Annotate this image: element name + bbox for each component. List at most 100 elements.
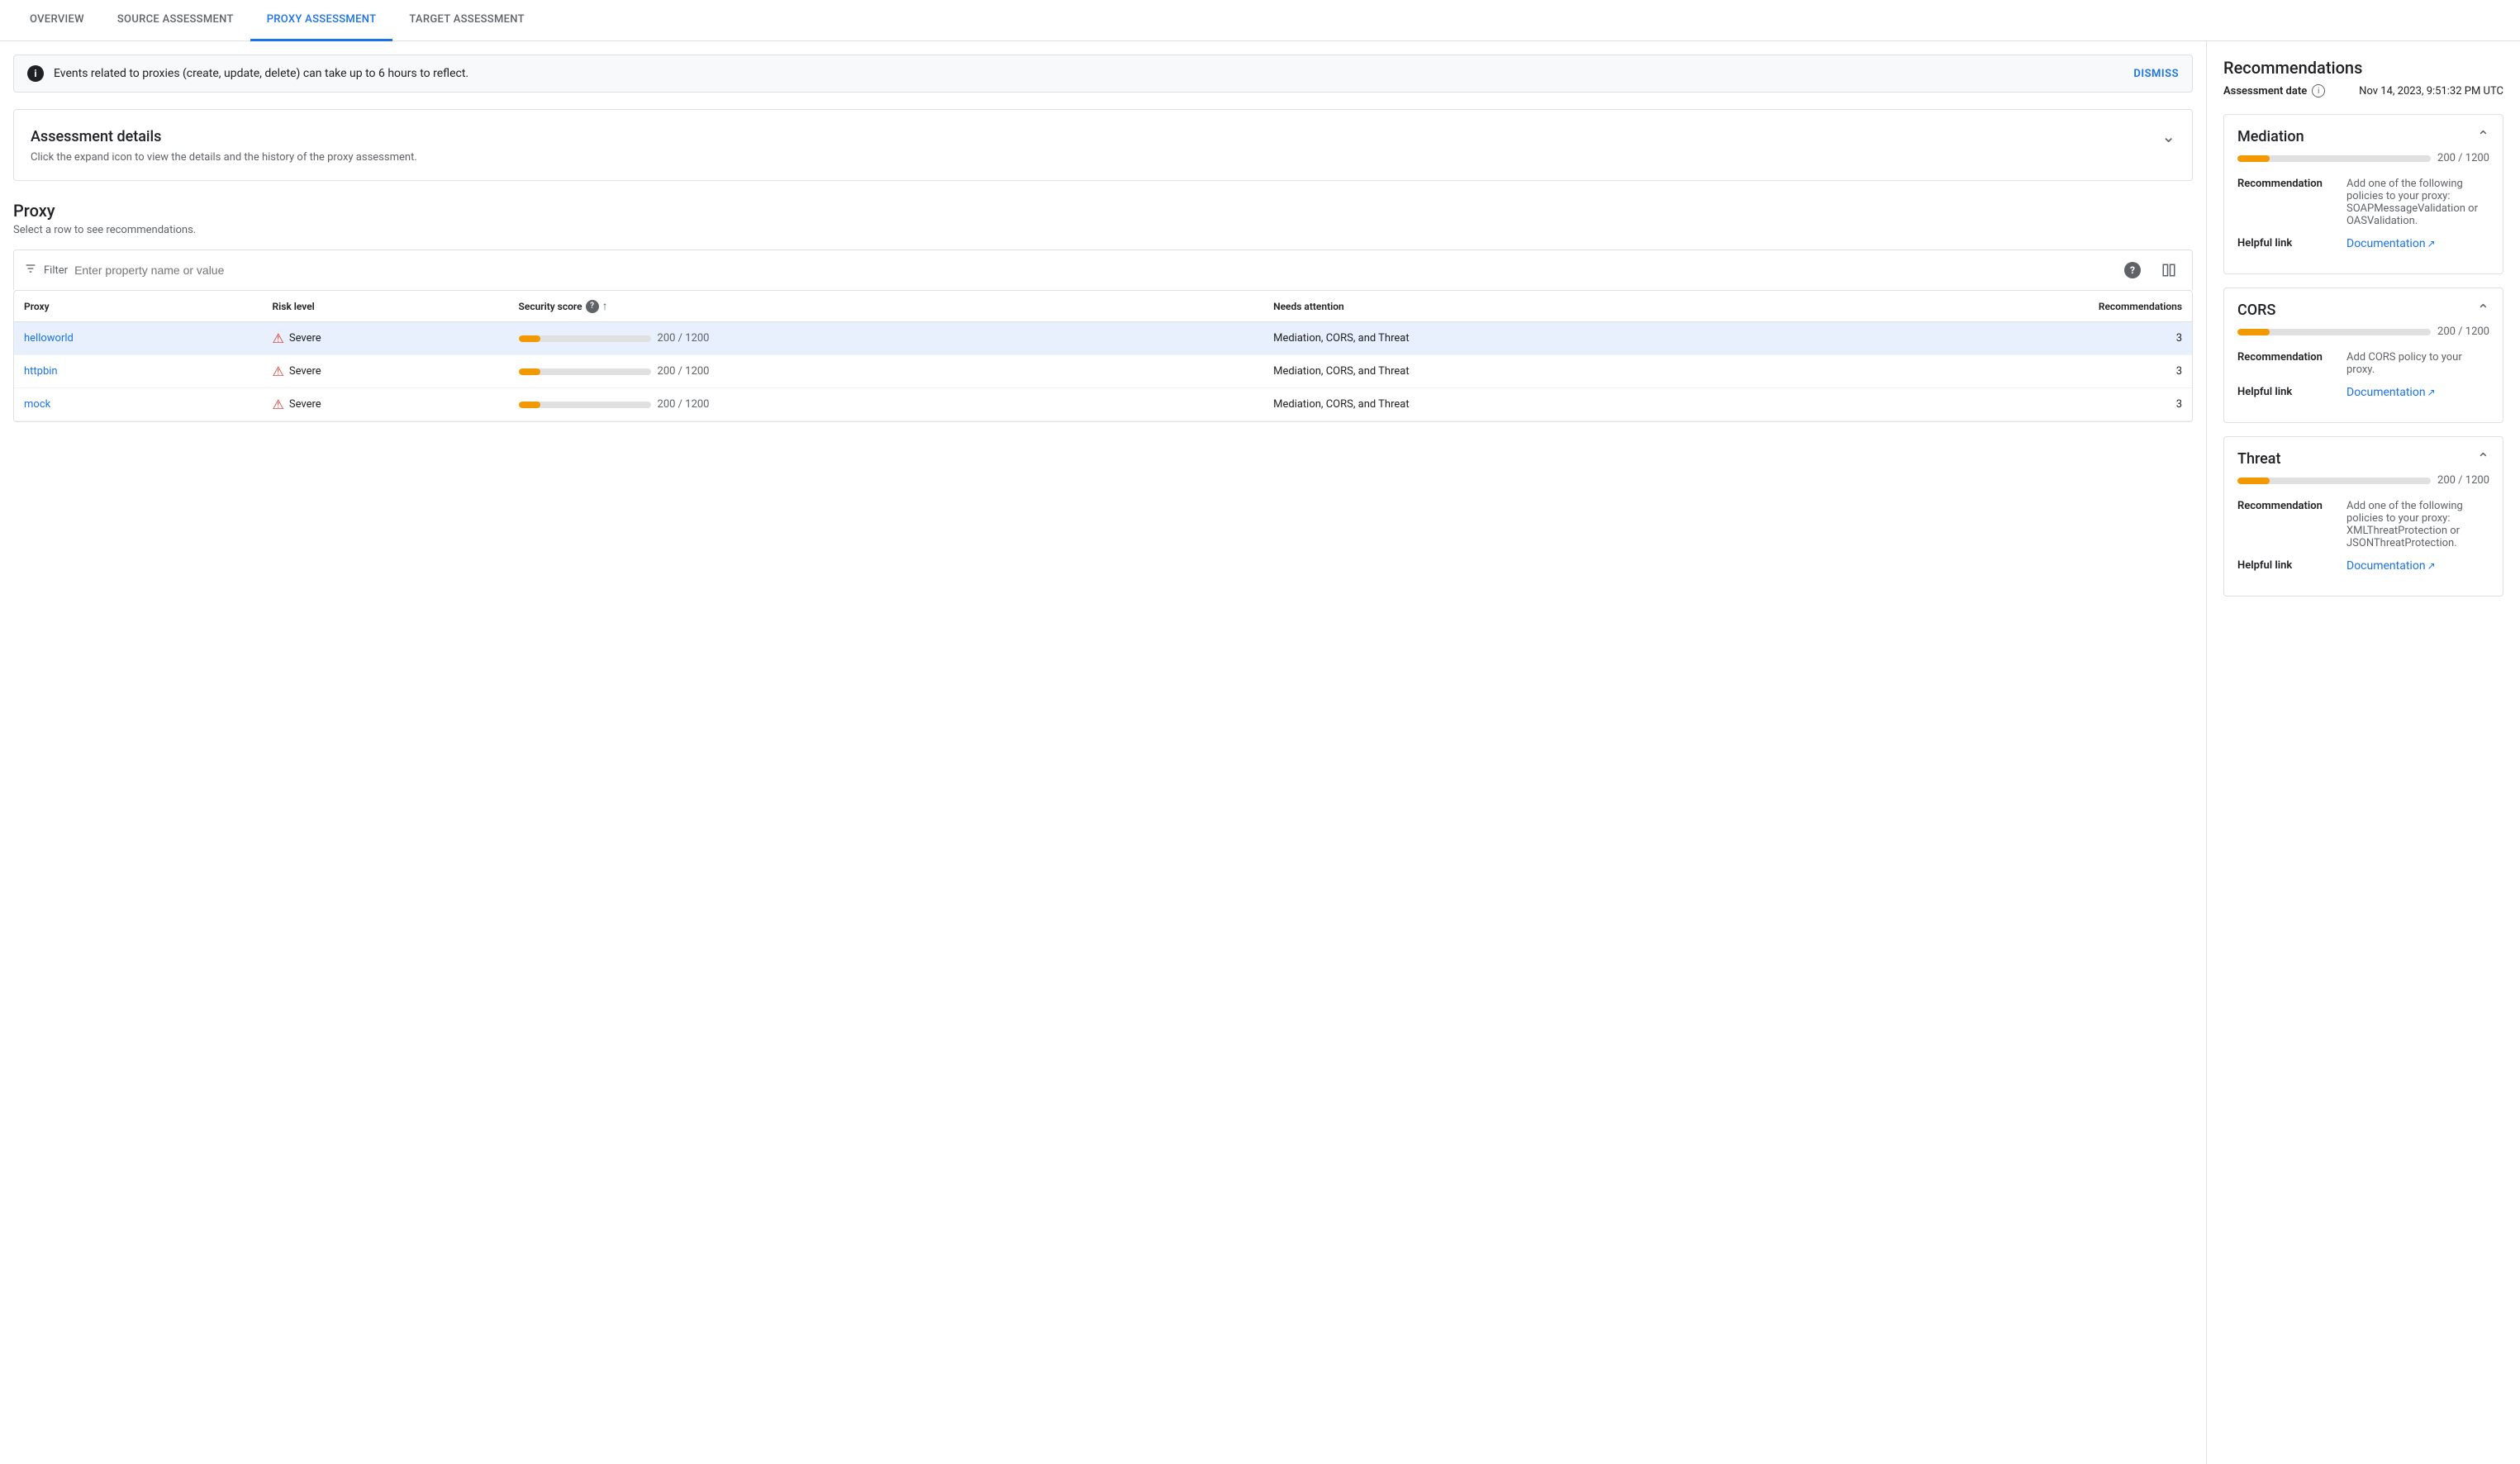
rec-score-text-cors: 200 / 1200 (2437, 326, 2489, 338)
rec-score-bar-fill-threat (2237, 478, 2270, 484)
rec-card-chevron-cors[interactable]: ⌃ (2477, 302, 2489, 319)
dismiss-button[interactable]: DISMISS (2133, 68, 2179, 80)
cell-needs-attention: Mediation, CORS, and Threat (1263, 322, 1821, 355)
columns-button[interactable] (2156, 257, 2182, 283)
score-bar-fill (519, 368, 541, 375)
external-link-icon: ↗ (2427, 560, 2436, 572)
tab-target[interactable]: TARGET ASSESSMENT (392, 0, 541, 41)
tab-proxy[interactable]: PROXY ASSESSMENT (250, 0, 393, 41)
assessment-details-subtitle: Click the expand icon to view the detail… (31, 151, 2175, 164)
score-text: 200 / 1200 (658, 332, 710, 345)
severe-icon: ⚠ (273, 330, 284, 346)
table-row[interactable]: mock ⚠ Severe 200 / 1200 Mediation, CORS… (14, 388, 2192, 421)
rec-detail-recommendation-threat: Recommendation Add one of the following … (2237, 500, 2489, 549)
score-text: 200 / 1200 (658, 398, 710, 411)
assessment-date-row: Assessment date i Nov 14, 2023, 9:51:32 … (2223, 84, 2503, 97)
score-bar (519, 368, 651, 375)
col-security-score: Security score ? ↑ (509, 291, 1264, 322)
external-link-icon: ↗ (2427, 387, 2436, 398)
table-row[interactable]: httpbin ⚠ Severe 200 / 1200 Mediation, C… (14, 355, 2192, 388)
risk-level-text: Severe (289, 398, 321, 411)
proxy-section-title: Proxy (13, 201, 2193, 221)
cell-security-score: 200 / 1200 (509, 322, 1264, 355)
rec-link-cors[interactable]: Documentation ↗ (2346, 386, 2436, 399)
rec-cards: Mediation ⌃ 200 / 1200 Recommendation Ad… (2223, 114, 2503, 597)
assessment-date-label: Assessment date (2223, 85, 2307, 97)
rec-link-mediation[interactable]: Documentation ↗ (2346, 237, 2436, 250)
rec-score-bar-container-threat: 200 / 1200 (2237, 474, 2489, 487)
cell-risk-level: ⚠ Severe (263, 322, 509, 355)
rec-score-bar-threat (2237, 478, 2431, 484)
proxy-section-subtitle: Select a row to see recommendations. (13, 224, 2193, 236)
right-panel-title: Recommendations (2223, 58, 2503, 78)
risk-level-text: Severe (289, 365, 321, 378)
severe-icon: ⚠ (273, 364, 284, 379)
cell-proxy: helloworld (14, 322, 263, 355)
assessment-date-value: Nov 14, 2023, 9:51:32 PM UTC (2359, 85, 2503, 97)
score-bar (519, 335, 651, 342)
tab-overview[interactable]: OVERVIEW (13, 0, 101, 41)
cell-risk-level: ⚠ Severe (263, 388, 509, 421)
sort-icon[interactable]: ↑ (602, 299, 608, 313)
filter-bar: Filter ? (13, 250, 2193, 290)
cell-needs-attention: Mediation, CORS, and Threat (1263, 388, 1821, 421)
help-button[interactable]: ? (2119, 257, 2146, 283)
proxy-link[interactable]: helloworld (24, 332, 74, 345)
rec-score-bar-cors (2237, 329, 2431, 335)
cell-recommendations: 3 (1822, 322, 2192, 355)
rec-card-threat: Threat ⌃ 200 / 1200 Recommendation Add o… (2223, 436, 2503, 597)
score-text: 200 / 1200 (658, 365, 710, 378)
rec-detail-link-threat: Helpful link Documentation ↗ (2237, 559, 2489, 573)
filter-label: Filter (44, 264, 68, 277)
rec-card-cors: CORS ⌃ 200 / 1200 Recommendation Add COR… (2223, 288, 2503, 423)
rec-card-title-threat: Threat (2237, 450, 2281, 468)
cell-needs-attention: Mediation, CORS, and Threat (1263, 355, 1821, 388)
external-link-icon: ↗ (2427, 238, 2436, 250)
assessment-date-info-icon: i (2312, 84, 2325, 97)
security-score-help-icon[interactable]: ? (586, 300, 599, 313)
rec-card-chevron-mediation[interactable]: ⌃ (2477, 128, 2489, 145)
assessment-details-title: Assessment details (31, 128, 161, 145)
proxy-table: Proxy Risk level Security score ? ↑ Need… (14, 291, 2192, 421)
rec-link-threat[interactable]: Documentation ↗ (2346, 559, 2436, 573)
left-content: i Events related to proxies (create, upd… (0, 41, 2206, 1464)
right-panel: Recommendations Assessment date i Nov 14… (2206, 41, 2520, 1464)
proxy-link[interactable]: mock (24, 398, 50, 411)
expand-icon[interactable]: ⌄ (2161, 126, 2175, 146)
tabs-bar: OVERVIEWSOURCE ASSESSMENTPROXY ASSESSMEN… (0, 0, 2520, 41)
proxy-link[interactable]: httpbin (24, 365, 58, 378)
rec-detail-recommendation-mediation: Recommendation Add one of the following … (2237, 178, 2489, 227)
info-banner: i Events related to proxies (create, upd… (13, 55, 2193, 93)
tab-source[interactable]: SOURCE ASSESSMENT (101, 0, 250, 41)
cell-security-score: 200 / 1200 (509, 388, 1264, 421)
rec-detail-recommendation-cors: Recommendation Add CORS policy to your p… (2237, 351, 2489, 376)
risk-level-text: Severe (289, 332, 321, 345)
rec-card-title-cors: CORS (2237, 302, 2275, 319)
col-recommendations: Recommendations (1822, 291, 2192, 322)
table-row[interactable]: helloworld ⚠ Severe 200 / 1200 Mediation… (14, 322, 2192, 355)
col-needs-attention: Needs attention (1263, 291, 1821, 322)
col-risk-level: Risk level (263, 291, 509, 322)
rec-detail-link-cors: Helpful link Documentation ↗ (2237, 386, 2489, 399)
proxy-table-container: Proxy Risk level Security score ? ↑ Need… (13, 290, 2193, 422)
score-bar-fill (519, 402, 541, 408)
rec-card-title-mediation: Mediation (2237, 128, 2304, 145)
rec-score-bar-fill-cors (2237, 329, 2270, 335)
score-bar-fill (519, 335, 541, 342)
score-bar (519, 402, 651, 408)
col-proxy: Proxy (14, 291, 263, 322)
cell-proxy: httpbin (14, 355, 263, 388)
severe-icon: ⚠ (273, 397, 284, 412)
cell-recommendations: 3 (1822, 355, 2192, 388)
rec-card-mediation: Mediation ⌃ 200 / 1200 Recommendation Ad… (2223, 114, 2503, 274)
banner-text: Events related to proxies (create, updat… (54, 67, 2133, 80)
cell-recommendations: 3 (1822, 388, 2192, 421)
cell-proxy: mock (14, 388, 263, 421)
rec-score-bar-fill-mediation (2237, 155, 2270, 162)
assessment-details-card: Assessment details ⌄ Click the expand ic… (13, 109, 2193, 181)
proxy-section: Proxy Select a row to see recommendation… (13, 201, 2193, 422)
rec-card-chevron-threat[interactable]: ⌃ (2477, 450, 2489, 468)
cell-security-score: 200 / 1200 (509, 355, 1264, 388)
filter-input[interactable] (74, 264, 2119, 277)
rec-score-bar-container-mediation: 200 / 1200 (2237, 152, 2489, 164)
